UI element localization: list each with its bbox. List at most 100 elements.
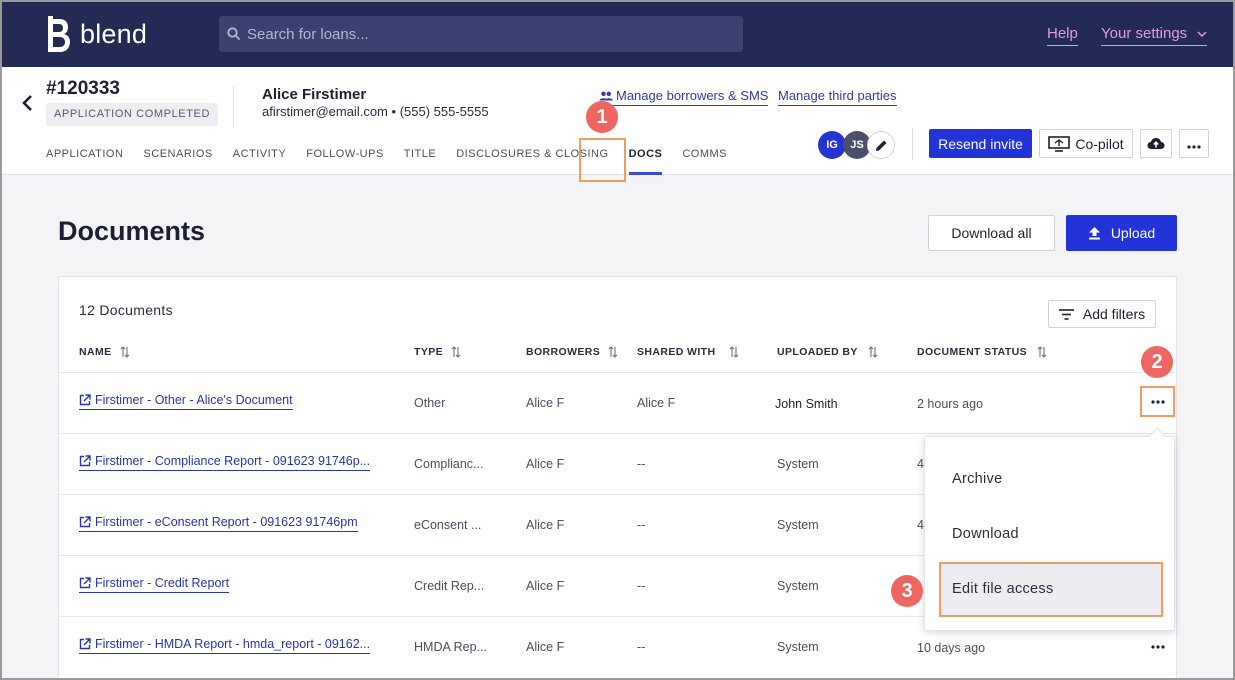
document-borrowers: Alice F [526,457,565,471]
document-link[interactable]: Firstimer - Other - Alice's Document [79,393,293,410]
column-header-name[interactable]: NAME [79,346,130,358]
cloud-upload-button[interactable] [1140,129,1172,158]
document-borrowers: Alice F [526,518,565,532]
column-header-label: BORROWERS [526,346,601,358]
download-all-button[interactable]: Download all [928,215,1055,251]
borrower-name: Alice Firstimer [262,86,367,103]
column-header-label: DOCUMENT STATUS [917,346,1028,358]
column-header-label: NAME [79,346,112,358]
copilot-label: Co-pilot [1075,135,1124,152]
external-link-icon [79,394,91,406]
tab-title[interactable]: TITLE [404,148,436,175]
loan-search-box[interactable] [219,16,743,52]
document-link[interactable]: Firstimer - HMDA Report - hmda_report - … [79,637,371,654]
borrower-contact: afirstimer@email.com • (555) 555-5555 [262,104,489,119]
back-arrow-icon[interactable] [20,94,34,112]
column-header-label: SHARED WITH [637,346,716,358]
sort-icon [120,346,129,358]
copilot-button[interactable]: Co-pilot [1039,129,1133,158]
screen-share-icon [1048,135,1071,152]
tab-follow-ups[interactable]: FOLLOW-UPS [306,148,384,175]
menu-item-edit-file-access[interactable]: Edit file access [952,581,1054,597]
document-name: Firstimer - eConsent Report - 091623 917… [95,515,358,529]
sort-icon [451,346,461,358]
avatar[interactable]: IG [818,131,846,159]
document-name: Firstimer - HMDA Report - hmda_report - … [95,637,371,651]
document-uploaded-by: System [777,518,819,532]
upload-button[interactable]: Upload [1066,215,1177,251]
document-type: Complianc... [414,457,484,471]
upload-icon [1088,227,1100,240]
step-2-marker: 2 [1141,346,1173,378]
document-shared-with: -- [637,457,646,471]
document-uploaded-by: System [777,640,819,654]
document-type: Credit Rep... [414,579,485,593]
top-navigation-bar: blend Help Your settings [0,0,1235,67]
blend-logo-icon [48,16,70,52]
add-filters-button[interactable]: Add filters [1048,300,1156,328]
document-type: Other [414,396,446,410]
resend-invite-button[interactable]: Resend invite [929,129,1032,158]
more-options-button[interactable] [1179,129,1209,158]
tab-comms[interactable]: COMMS [682,148,727,175]
document-status: 2 hours ago [917,397,984,411]
document-status: 10 days ago [917,641,986,655]
document-link[interactable]: Firstimer - Compliance Report - 091623 9… [79,454,371,471]
external-link-icon [79,516,91,528]
document-link[interactable]: Firstimer - eConsent Report - 091623 917… [79,515,358,532]
document-status: 4 [917,457,924,471]
tab-application[interactable]: APPLICATION [46,148,123,175]
more-horizontal-icon [1187,144,1201,149]
document-borrowers: Alice F [526,396,565,410]
your-settings-menu[interactable]: Your settings [1101,25,1208,46]
document-name: Firstimer - Other - Alice's Document [95,393,293,407]
column-header-document-status[interactable]: DOCUMENT STATUS [917,346,1047,358]
document-status: 4 [917,518,924,532]
row-more-options-icon[interactable] [1151,645,1165,649]
edit-team-button[interactable] [867,131,895,159]
tab-docs[interactable]: DOCS [628,148,663,175]
document-borrowers: Alice F [526,579,565,593]
menu-item-archive[interactable]: Archive [952,471,1002,487]
external-link-icon [79,455,91,467]
external-link-icon [79,577,91,589]
document-name: Firstimer - Compliance Report - 091623 9… [95,454,371,468]
document-shared-with: -- [637,518,646,532]
filter-icon [1058,308,1074,320]
document-borrowers: Alice F [526,640,565,654]
sort-icon [730,346,739,358]
step-1-marker: 1 [586,101,618,133]
column-header-uploaded-by[interactable]: UPLOADED BY [777,346,878,358]
chevron-down-icon [1197,31,1207,38]
people-icon [599,91,613,100]
document-name: Firstimer - Credit Report [95,576,230,590]
row-divider [59,433,1176,434]
cloud-upload-icon [1147,138,1165,149]
menu-item-download[interactable]: Download [952,526,1019,542]
manage-borrowers-link[interactable]: Manage borrowers & SMS [599,88,769,106]
column-header-label: TYPE [414,346,444,358]
document-shared-with: -- [637,640,646,654]
document-link[interactable]: Firstimer - Credit Report [79,576,230,593]
help-link[interactable]: Help [1047,25,1078,46]
external-link-icon [79,638,91,650]
search-input[interactable] [247,25,727,43]
row-divider [59,372,1176,373]
column-header-borrowers[interactable]: BORROWERS [526,346,618,358]
tab-scenarios[interactable]: SCENARIOS [143,148,212,175]
column-header-type[interactable]: TYPE [414,346,461,358]
blend-logo[interactable]: blend [46,14,147,54]
document-shared-with: -- [637,579,646,593]
document-uploaded-by: System [777,457,819,471]
search-icon [227,27,241,41]
document-shared-with: Alice F [637,396,676,410]
column-header-shared-with[interactable]: SHARED WITH [637,346,739,358]
highlight-more-button [1140,386,1175,417]
loan-id: #120333 [46,78,120,99]
pencil-icon [875,140,886,151]
document-count: 12 Documents [79,302,173,318]
logo-text: blend [80,18,148,49]
add-filters-label: Add filters [1082,306,1146,322]
tab-activity[interactable]: ACTIVITY [233,148,287,175]
manage-third-parties-link[interactable]: Manage third parties [778,88,897,106]
